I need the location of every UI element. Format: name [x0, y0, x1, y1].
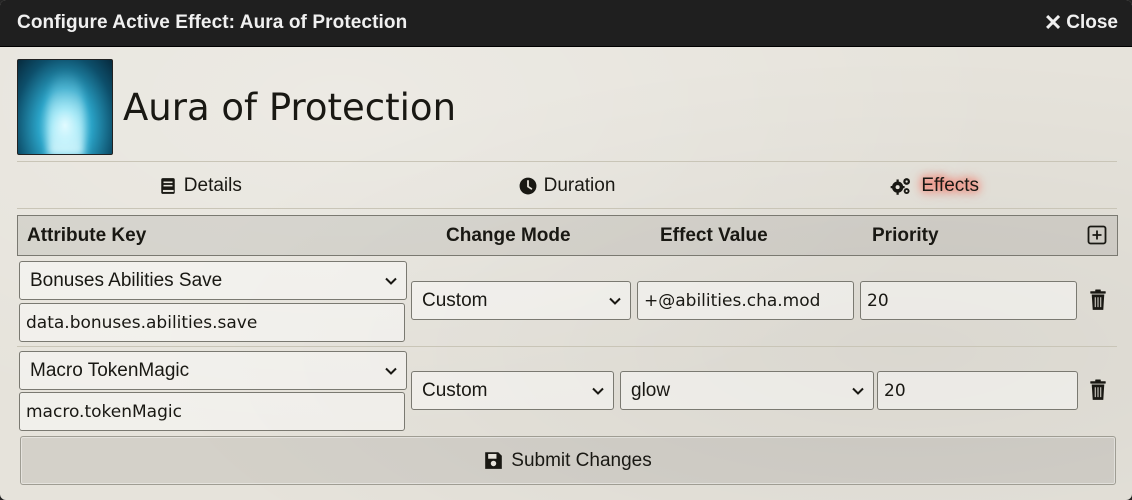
tab-details-label: Details	[183, 174, 242, 196]
effect-value-text: glow	[631, 379, 671, 401]
priority-input[interactable]: 20	[860, 281, 1077, 320]
effect-value-input[interactable]: +@abilities.cha.mod	[637, 281, 854, 320]
clock-icon	[519, 177, 537, 194]
chevron-down-icon	[385, 277, 397, 285]
divider	[17, 208, 1117, 209]
changes-table-header: Attribute Key Change Mode Effect Value P…	[17, 215, 1118, 256]
effect-value-text: +@abilities.cha.mod	[644, 290, 821, 311]
priority-value: 20	[884, 380, 906, 401]
add-change-icon[interactable]	[1087, 225, 1107, 245]
divider	[17, 161, 1117, 162]
attribute-key-select-value: Macro TokenMagic	[30, 359, 190, 381]
priority-value: 20	[867, 290, 889, 311]
attribute-key-input-value: data.bonuses.abilities.save	[26, 312, 258, 333]
attribute-key-select[interactable]: Bonuses Abilities Save	[19, 261, 407, 300]
chevron-down-icon	[592, 387, 604, 395]
header-effect-value: Effect Value	[660, 224, 768, 246]
attribute-key-input-value: macro.tokenMagic	[26, 401, 182, 422]
save-icon	[485, 452, 503, 469]
change-mode-value: Custom	[422, 379, 488, 401]
chevron-down-icon	[852, 387, 864, 395]
change-mode-value: Custom	[422, 289, 488, 311]
row-divider	[17, 346, 1117, 347]
attribute-key-select[interactable]: Macro TokenMagic	[19, 351, 407, 390]
effect-name: Aura of Protection	[123, 85, 457, 129]
window-titlebar[interactable]: Configure Active Effect: Aura of Protect…	[0, 0, 1132, 47]
tab-bar: Details Duration Effects	[17, 163, 1117, 208]
gears-icon	[890, 177, 911, 195]
submit-changes-button[interactable]: Submit Changes	[20, 436, 1116, 485]
submit-changes-label: Submit Changes	[511, 449, 652, 471]
attribute-key-select-value: Bonuses Abilities Save	[30, 269, 223, 291]
header-attribute-key: Attribute Key	[27, 224, 147, 246]
chevron-down-icon	[385, 367, 397, 375]
close-label: Close	[1066, 12, 1118, 33]
effect-portrait[interactable]	[17, 59, 113, 155]
header-priority: Priority	[872, 224, 939, 246]
effect-value-select[interactable]: glow	[620, 371, 874, 410]
chevron-down-icon	[609, 297, 621, 305]
close-icon: ✕	[1043, 10, 1063, 35]
window-title: Configure Active Effect: Aura of Protect…	[17, 12, 408, 33]
tab-effects[interactable]: Effects	[750, 175, 1117, 197]
tab-effects-label: Effects	[921, 174, 980, 196]
tab-duration-label: Duration	[543, 174, 616, 196]
trash-icon[interactable]	[1089, 289, 1107, 311]
trash-icon[interactable]	[1089, 379, 1107, 401]
book-icon	[161, 177, 175, 194]
change-mode-select[interactable]: Custom	[411, 281, 631, 320]
tab-duration[interactable]: Duration	[384, 175, 751, 197]
tab-details[interactable]: Details	[17, 175, 384, 197]
priority-input[interactable]: 20	[877, 371, 1078, 410]
effect-header: Aura of Protection	[17, 59, 1117, 155]
header-change-mode: Change Mode	[446, 224, 571, 246]
attribute-key-input[interactable]: data.bonuses.abilities.save	[19, 303, 405, 342]
active-effect-config-window: Configure Active Effect: Aura of Protect…	[0, 0, 1132, 500]
close-button[interactable]: ✕ Close	[1044, 12, 1118, 34]
attribute-key-input[interactable]: macro.tokenMagic	[19, 392, 405, 431]
change-mode-select[interactable]: Custom	[411, 371, 614, 410]
